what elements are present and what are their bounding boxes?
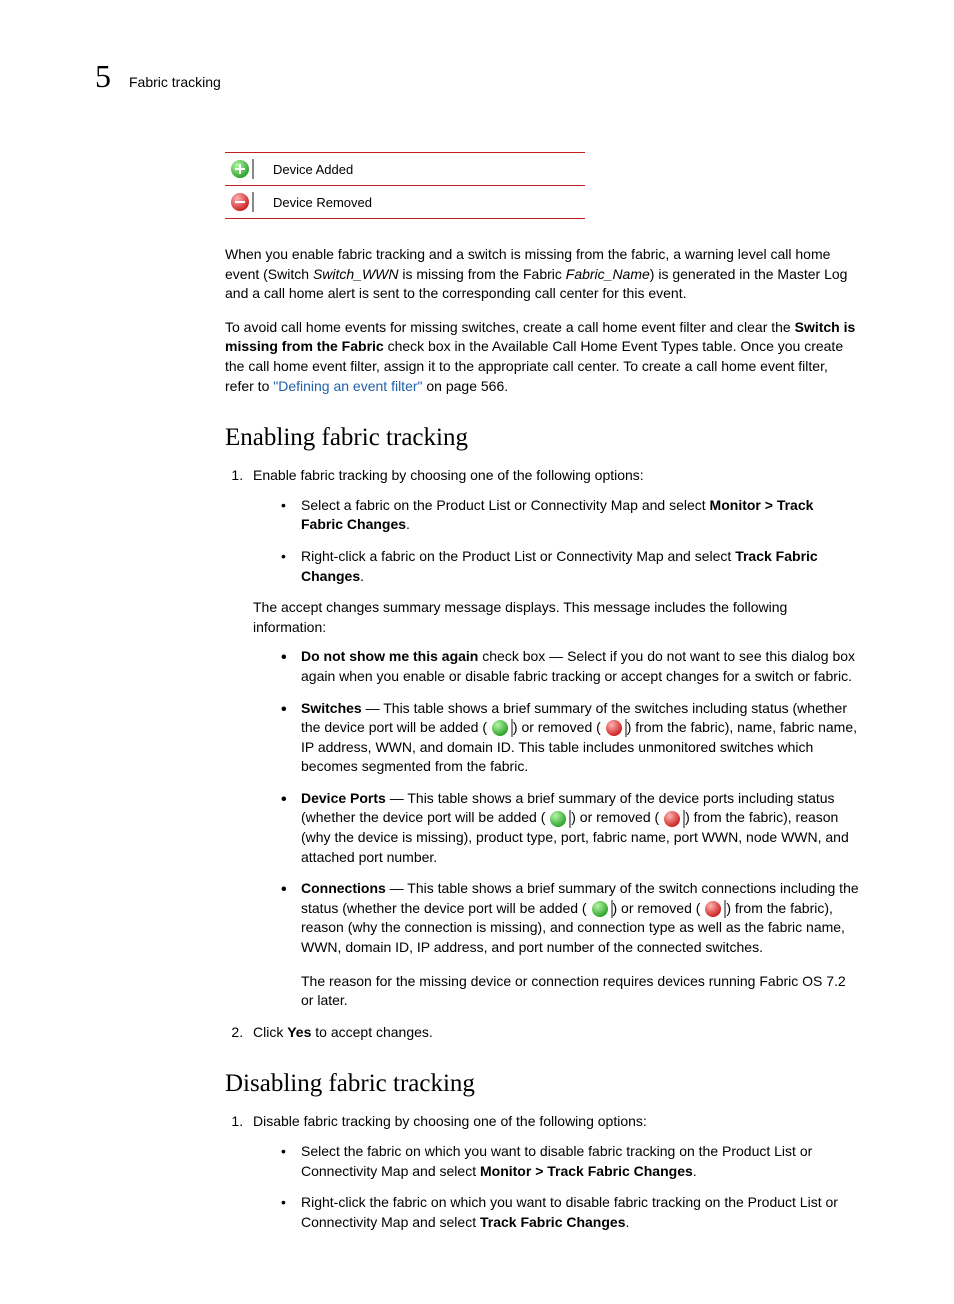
table-row: Device Removed xyxy=(225,186,585,219)
list-item: Right-click a fabric on the Product List… xyxy=(281,547,859,586)
text: ) or removed ( xyxy=(613,900,705,916)
icon-legend-table: Device Added Device Removed xyxy=(225,152,585,219)
bold-text: Switches xyxy=(301,700,362,716)
text: Click xyxy=(253,1024,287,1040)
text: . xyxy=(406,516,410,532)
italic-text: Fabric_Name xyxy=(566,266,650,282)
text: Disable fabric tracking by choosing one … xyxy=(253,1113,647,1129)
option-list: Select the fabric on which you want to d… xyxy=(253,1142,859,1232)
cross-reference-link[interactable]: "Defining an event filter" xyxy=(273,378,422,394)
text: ) or removed ( xyxy=(571,809,663,825)
heading-disabling: Disabling fabric tracking xyxy=(225,1070,859,1098)
heading-enabling: Enabling fabric tracking xyxy=(225,424,859,452)
text: Enable fabric tracking by choosing one o… xyxy=(253,467,644,483)
text: Right-click a fabric on the Product List… xyxy=(301,548,735,564)
text: on page 566. xyxy=(423,378,509,394)
italic-text: Switch_WWN xyxy=(313,266,399,282)
summary-list: Do not show me this again check box — Se… xyxy=(253,647,859,1011)
bold-text: Device Ports xyxy=(301,790,386,806)
bold-text: Monitor > Track Fabric Changes xyxy=(480,1163,693,1179)
list-item: Connections — This table shows a brief s… xyxy=(281,879,859,1011)
bold-text: Track Fabric Changes xyxy=(480,1214,626,1230)
icon-cell xyxy=(225,186,267,219)
remove-icon xyxy=(606,720,622,736)
paragraph: When you enable fabric tracking and a sw… xyxy=(225,245,859,304)
chapter-number: 5 xyxy=(95,60,111,92)
option-list: Select a fabric on the Product List or C… xyxy=(253,496,859,586)
icon-label: Device Added xyxy=(267,153,585,186)
text: is missing from the Fabric xyxy=(399,266,566,282)
disabling-steps: Disable fabric tracking by choosing one … xyxy=(225,1112,859,1232)
list-item: Do not show me this again check box — Se… xyxy=(281,647,859,686)
add-icon xyxy=(492,720,508,736)
list-item: Right-click the fabric on which you want… xyxy=(281,1193,859,1232)
text: . xyxy=(693,1163,697,1179)
remove-icon xyxy=(705,901,721,917)
bold-text: Yes xyxy=(287,1024,311,1040)
enabling-steps: Enable fabric tracking by choosing one o… xyxy=(225,466,859,1042)
add-icon xyxy=(550,811,566,827)
reason-note: The reason for the missing device or con… xyxy=(301,972,859,1011)
decor-bar xyxy=(252,192,254,212)
text: to accept changes. xyxy=(311,1024,432,1040)
step-1: Enable fabric tracking by choosing one o… xyxy=(247,466,859,1011)
decor-bar xyxy=(252,159,254,179)
list-item: Switches — This table shows a brief summ… xyxy=(281,699,859,777)
text: Select a fabric on the Product List or C… xyxy=(301,497,710,513)
document-page: 5 Fabric tracking Device Added Device Re… xyxy=(0,0,954,1304)
section-title: Fabric tracking xyxy=(129,74,221,90)
text: ) or removed ( xyxy=(513,719,605,735)
step-2: Click Yes to accept changes. xyxy=(247,1023,859,1043)
list-item: Device Ports — This table shows a brief … xyxy=(281,789,859,867)
add-icon xyxy=(231,160,249,178)
remove-icon xyxy=(664,811,680,827)
list-item: Select the fabric on which you want to d… xyxy=(281,1142,859,1181)
add-icon xyxy=(592,901,608,917)
remove-icon xyxy=(231,193,249,211)
page-content: Device Added Device Removed When you ena… xyxy=(225,152,859,1232)
list-item: Select a fabric on the Product List or C… xyxy=(281,496,859,535)
text: To avoid call home events for missing sw… xyxy=(225,319,795,335)
step-1: Disable fabric tracking by choosing one … xyxy=(247,1112,859,1232)
text: . xyxy=(360,568,364,584)
bold-text: Do not show me this again xyxy=(301,648,478,664)
icon-cell xyxy=(225,153,267,186)
bold-text: Connections xyxy=(301,880,386,896)
paragraph: To avoid call home events for missing sw… xyxy=(225,318,859,396)
accept-changes-intro: The accept changes summary message displ… xyxy=(253,598,859,637)
text: . xyxy=(626,1214,630,1230)
page-header: 5 Fabric tracking xyxy=(95,60,859,92)
table-row: Device Added xyxy=(225,153,585,186)
icon-label: Device Removed xyxy=(267,186,585,219)
